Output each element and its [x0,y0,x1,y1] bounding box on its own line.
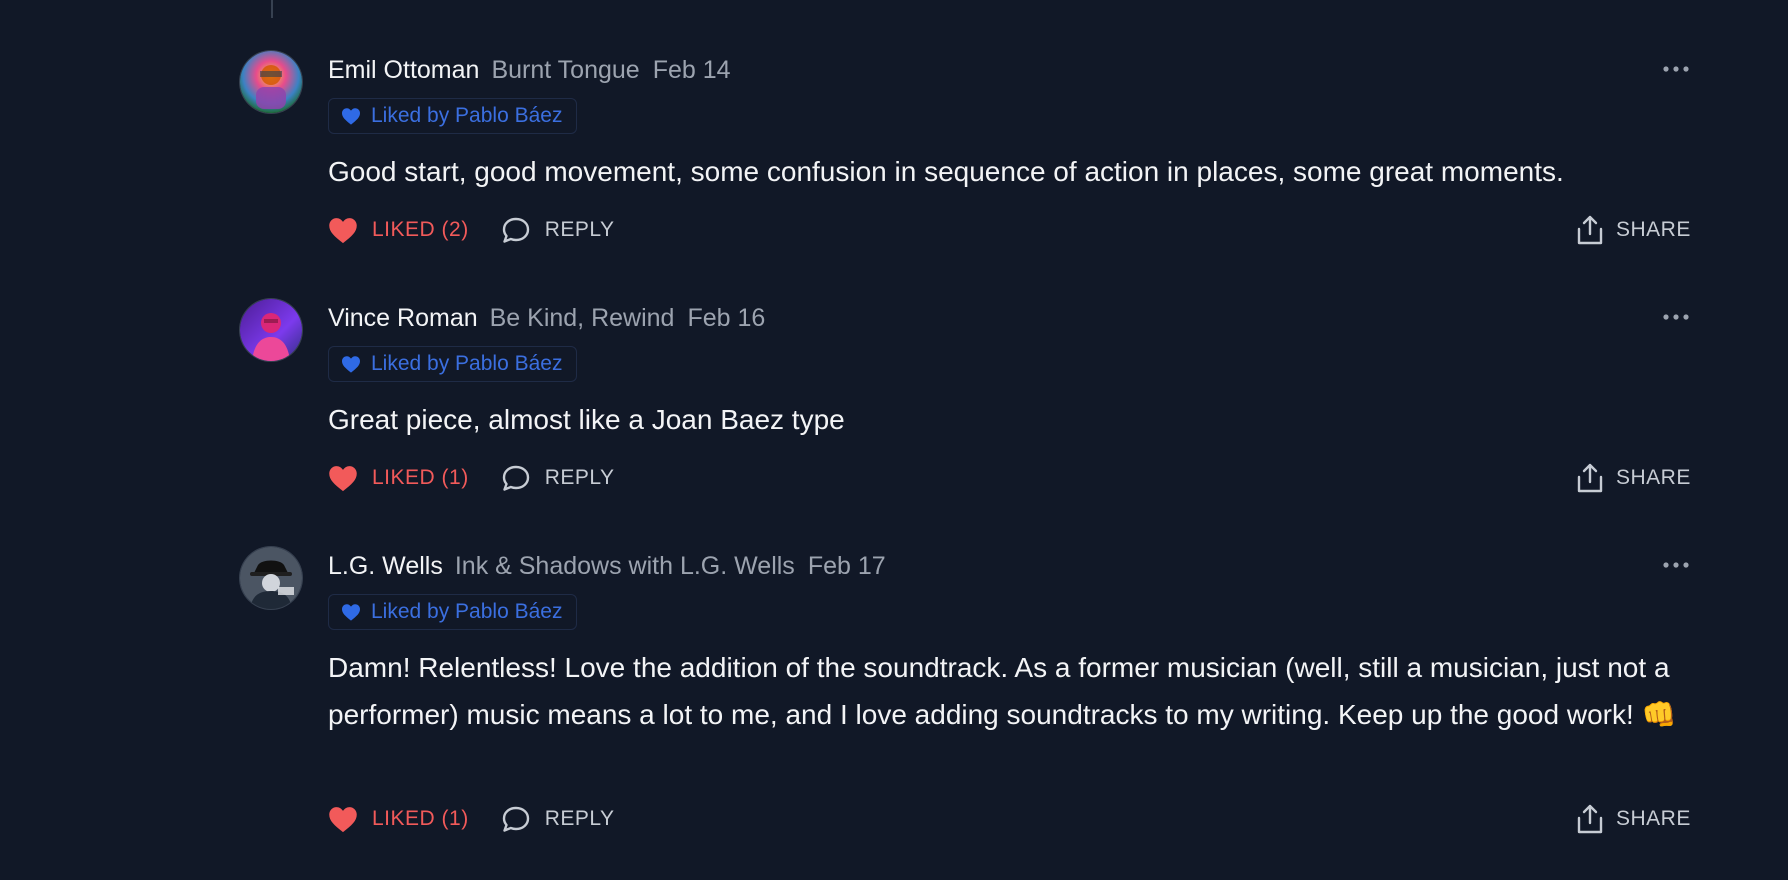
liked-by-label: Liked by Pablo Báez [371,104,563,127]
avatar-image [240,51,302,113]
more-options-button[interactable] [1662,306,1690,328]
ellipsis-icon [1663,66,1689,72]
heart-icon [328,464,358,492]
reply-button[interactable]: REPLY [501,804,615,834]
avatar[interactable] [240,51,302,113]
heart-icon [328,216,358,244]
speech-bubble-icon [501,463,531,493]
comment-body: Damn! Relentless! Love the addition of t… [328,652,1677,730]
speech-bubble-icon [501,215,531,245]
heart-icon [341,603,361,621]
share-button[interactable]: SHARE [1576,214,1691,246]
like-button[interactable]: LIKED (1) [328,464,469,492]
share-label: SHARE [1616,218,1691,241]
share-button[interactable]: SHARE [1576,803,1691,835]
share-label: SHARE [1616,807,1691,830]
publication-name[interactable]: Ink & Shadows with L.G. Wells [455,552,795,581]
liked-by-label: Liked by Pablo Báez [371,352,563,375]
more-options-button[interactable] [1662,58,1690,80]
like-button[interactable]: LIKED (2) [328,216,469,244]
comment-date[interactable]: Feb 16 [687,304,765,333]
author-name[interactable]: L.G. Wells [328,552,443,581]
like-label: LIKED (1) [372,807,469,830]
thread-connector-line [271,0,273,18]
liked-by-label: Liked by Pablo Báez [371,600,563,623]
comment-actions: LIKED (2) REPLY SHARE [328,213,1690,247]
like-label: LIKED (2) [372,218,469,241]
like-button[interactable]: LIKED (1) [328,805,469,833]
share-button[interactable]: SHARE [1576,462,1691,494]
author-name[interactable]: Emil Ottoman [328,56,479,85]
heart-icon [341,107,361,125]
reply-label: REPLY [544,466,615,489]
comment-header: L.G. Wells Ink & Shadows with L.G. Wells… [328,552,886,584]
share-upload-icon [1576,462,1604,494]
avatar[interactable] [240,299,302,361]
share-label: SHARE [1616,466,1691,489]
share-upload-icon [1576,803,1604,835]
reply-label: REPLY [544,807,615,830]
share-upload-icon [1576,214,1604,246]
liked-by-author-badge: Liked by Pablo Báez [328,594,578,630]
liked-by-author-badge: Liked by Pablo Báez [328,346,578,382]
speech-bubble-icon [501,804,531,834]
comment-actions: LIKED (1) REPLY SHARE [328,802,1690,836]
comment-body: Good start, good movement, some confusio… [328,156,1564,187]
comment-date[interactable]: Feb 14 [653,56,731,85]
comment-header: Emil Ottoman Burnt Tongue Feb 14 [328,56,731,88]
like-label: LIKED (1) [372,466,469,489]
reply-button[interactable]: REPLY [501,215,615,245]
comment-body: Great piece, almost like a Joan Baez typ… [328,404,845,435]
liked-by-author-badge: Liked by Pablo Báez [328,98,578,134]
publication-name[interactable]: Be Kind, Rewind [490,304,675,333]
reply-label: REPLY [544,218,615,241]
comment-date[interactable]: Feb 17 [808,552,886,581]
publication-name[interactable]: Burnt Tongue [491,56,639,85]
heart-icon [341,355,361,373]
more-options-button[interactable] [1662,554,1690,576]
ellipsis-icon [1663,314,1689,320]
avatar-image [240,547,302,609]
reply-button[interactable]: REPLY [501,463,615,493]
heart-icon [328,805,358,833]
comment-actions: LIKED (1) REPLY SHARE [328,461,1690,495]
author-name[interactable]: Vince Roman [328,304,478,333]
avatar-image [240,299,302,361]
comment-header: Vince Roman Be Kind, Rewind Feb 16 [328,304,765,336]
avatar[interactable] [240,547,302,609]
ellipsis-icon [1663,562,1689,568]
